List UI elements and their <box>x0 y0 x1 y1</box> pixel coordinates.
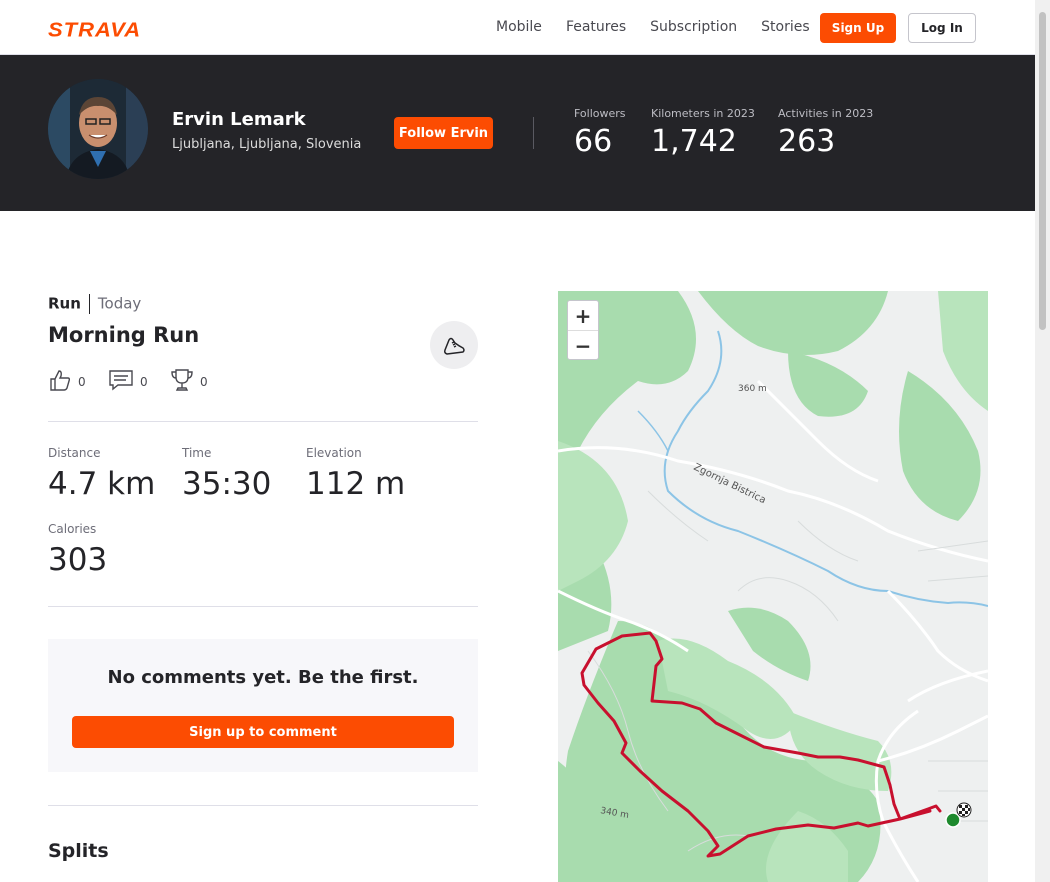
comments-panel: No comments yet. Be the first. Sign up t… <box>48 639 478 772</box>
metric-calories: Calories 303 <box>48 522 107 578</box>
athlete-header: Ervin Lemark Ljubljana, Ljubljana, Slove… <box>0 55 1035 211</box>
comment-icon <box>108 368 134 395</box>
athlete-avatar[interactable] <box>48 79 148 179</box>
stat-label: Followers <box>574 107 626 120</box>
comment-control[interactable]: 0 <box>108 368 148 395</box>
metric-value: 35:30 <box>182 466 272 502</box>
metric-label: Distance <box>48 446 101 460</box>
follow-button[interactable]: Follow Ervin <box>394 117 493 149</box>
stat-followers: Followers 66 <box>574 107 626 159</box>
kudos-count: 0 <box>78 374 86 389</box>
metric-time: Time 35:30 <box>182 446 271 502</box>
metric-distance: Distance 4.7 km <box>48 446 155 502</box>
divider <box>48 805 478 806</box>
athlete-name[interactable]: Ervin Lemark <box>172 109 306 130</box>
nav-link-subscription[interactable]: Subscription <box>650 19 737 35</box>
metric-label: Elevation <box>306 446 362 460</box>
stat-label: Activities in 2023 <box>778 107 874 120</box>
route-map[interactable]: 360 m Zgornja Bistrica 340 m + − <box>558 291 988 882</box>
splits-heading: Splits <box>48 840 109 862</box>
activity-title: Morning Run <box>48 323 200 347</box>
nav-link-stories[interactable]: Stories <box>761 19 810 35</box>
metric-label: Calories <box>48 522 97 536</box>
athlete-location: Ljubljana, Ljubljana, Slovenia <box>172 137 362 152</box>
log-in-button[interactable]: Log In <box>908 13 976 43</box>
stat-label: Kilometers in 2023 <box>651 107 755 120</box>
zoom-out-button[interactable]: − <box>568 331 598 360</box>
stat-value: 263 <box>778 124 836 159</box>
stat-activities: Activities in 2023 263 <box>778 107 873 159</box>
zoom-in-button[interactable]: + <box>568 301 598 331</box>
shoe-icon <box>430 321 478 369</box>
header-divider <box>533 117 534 149</box>
nav-link-mobile[interactable]: Mobile <box>496 19 542 35</box>
metric-value: 4.7 km <box>48 466 156 502</box>
divider <box>48 421 478 422</box>
route-start-marker <box>945 812 961 828</box>
trophy-icon <box>170 368 194 395</box>
type-separator <box>88 294 90 314</box>
route-finish-marker <box>956 802 972 818</box>
divider <box>48 606 478 607</box>
top-navigation: STRAVA Mobile Features Subscription Stor… <box>0 0 1035 55</box>
scrollbar-thumb[interactable] <box>1039 12 1046 330</box>
stat-kilometers: Kilometers in 2023 1,742 <box>651 107 755 159</box>
no-comments-message: No comments yet. Be the first. <box>107 667 419 688</box>
zoom-controls: + − <box>567 300 599 360</box>
thumbs-up-icon <box>48 368 72 395</box>
activity-type: Run <box>48 294 81 313</box>
achievement-control[interactable]: 0 <box>170 368 208 395</box>
achievement-count: 0 <box>200 374 208 389</box>
stat-value: 1,742 <box>651 124 737 159</box>
metric-label: Time <box>182 446 212 460</box>
metric-elevation: Elevation 112 m <box>306 446 405 502</box>
map-canvas[interactable]: 360 m Zgornja Bistrica 340 m <box>558 291 988 882</box>
activity-type-row: Run Today <box>48 294 141 314</box>
activity-date: Today <box>97 294 142 313</box>
nav-links: Mobile Features Subscription Stories <box>496 19 810 35</box>
metric-value: 303 <box>48 542 108 578</box>
sign-up-to-comment-button[interactable]: Sign up to comment <box>72 716 454 748</box>
sign-up-button[interactable]: Sign Up <box>820 13 896 43</box>
nav-link-features[interactable]: Features <box>566 19 626 35</box>
stat-value: 66 <box>574 124 613 159</box>
metric-value: 112 m <box>306 466 406 502</box>
comment-count: 0 <box>140 374 148 389</box>
map-label-elevation-360: 360 m <box>738 384 767 394</box>
kudos-control[interactable]: 0 <box>48 368 86 395</box>
page-scrollbar[interactable] <box>1035 0 1050 882</box>
strava-logo[interactable]: STRAVA <box>48 18 141 42</box>
